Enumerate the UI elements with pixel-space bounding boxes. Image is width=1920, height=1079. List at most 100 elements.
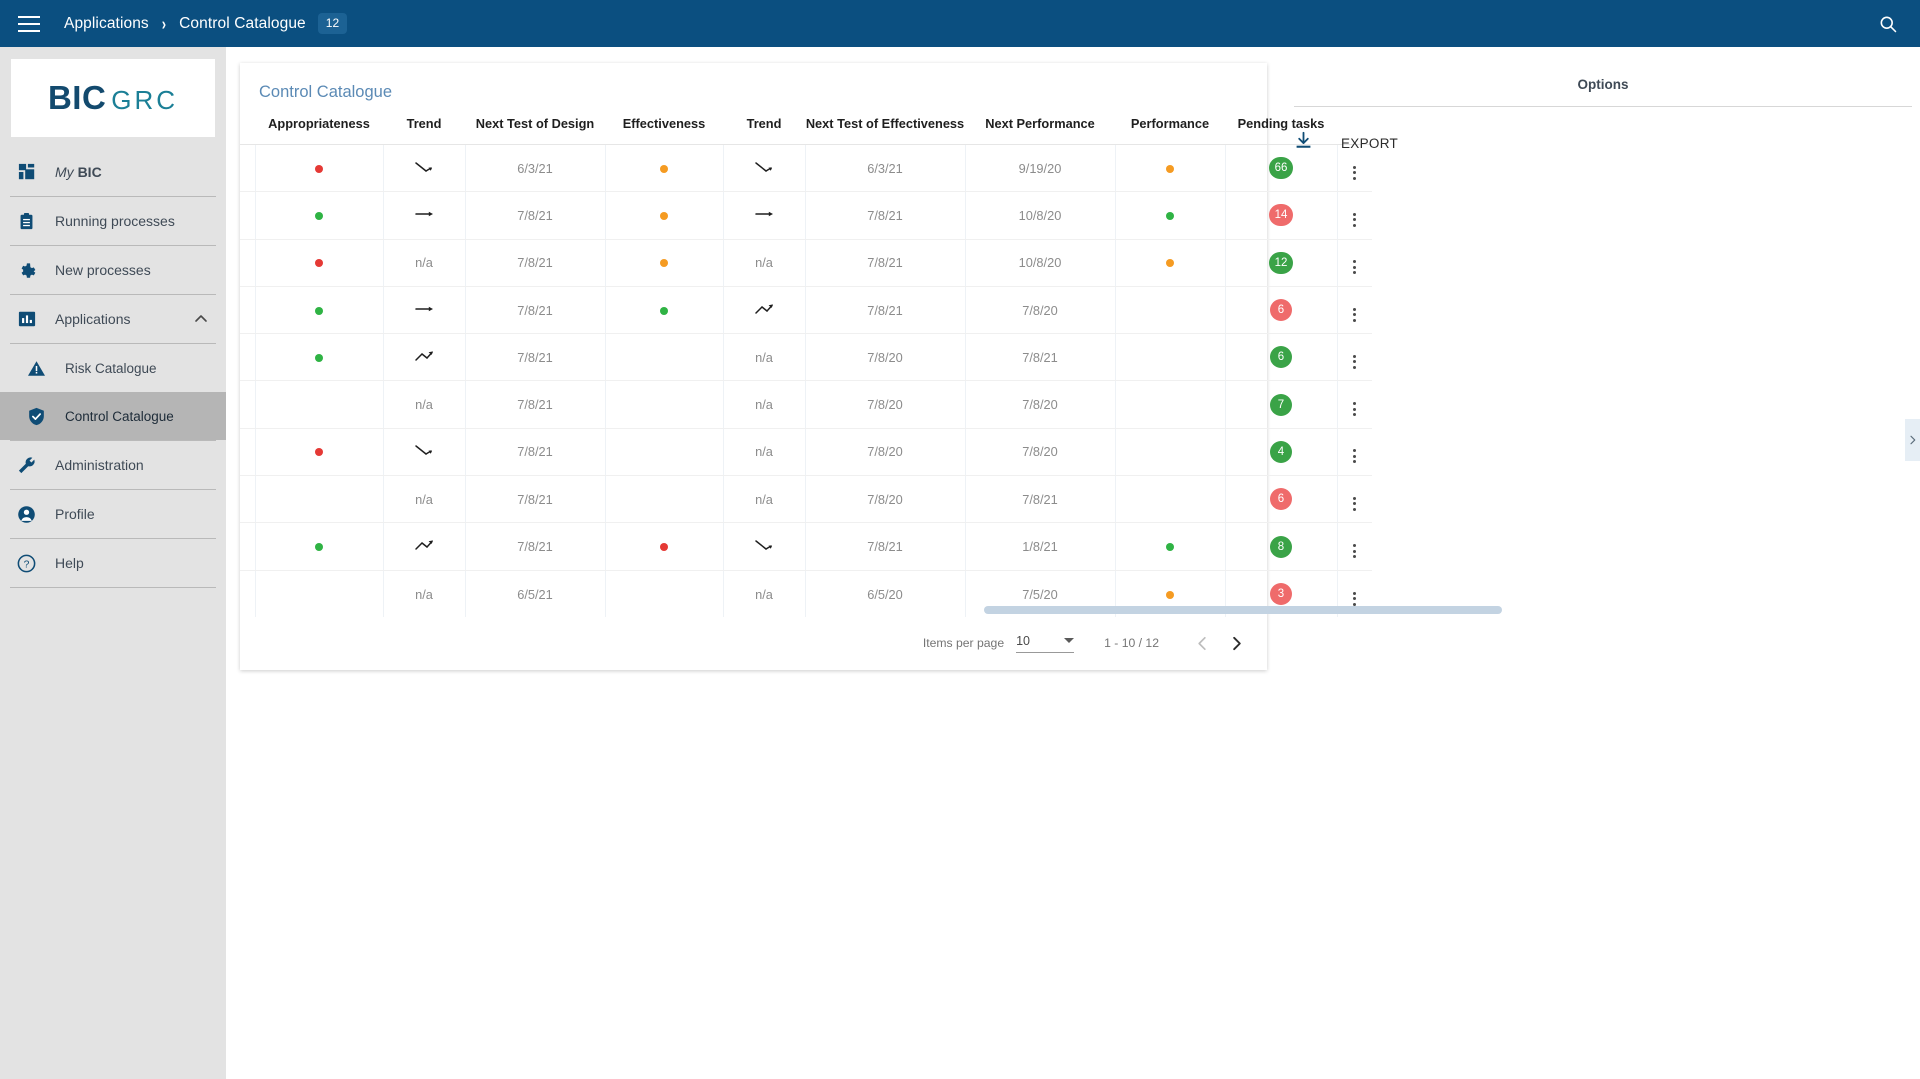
cell-next-test-of-effectiveness: 6/3/21 bbox=[805, 144, 966, 193]
cell-row-actions[interactable] bbox=[1337, 522, 1372, 571]
cell-next-test-of-design: 7/8/21 bbox=[465, 522, 606, 571]
row-menu-icon[interactable] bbox=[1353, 212, 1357, 227]
cell-row-actions[interactable] bbox=[1337, 380, 1372, 429]
table-row[interactable]: 7/8/21 7/8/21 10/8/20 14 bbox=[240, 191, 1372, 240]
cell-effectiveness bbox=[605, 239, 724, 287]
row-menu-icon[interactable] bbox=[1353, 402, 1357, 417]
horizontal-scrollbar-track[interactable] bbox=[484, 606, 1502, 614]
cell-next-performance: 7/8/20 bbox=[965, 428, 1116, 477]
shield-check-icon bbox=[26, 406, 47, 427]
cell-row-actions[interactable] bbox=[1337, 239, 1372, 287]
sidebar-item-new-processes[interactable]: New processes bbox=[0, 246, 226, 294]
export-button[interactable]: EXPORT bbox=[1286, 131, 1920, 155]
row-menu-icon[interactable] bbox=[1353, 544, 1357, 559]
cell-next-test-of-effectiveness: 7/8/20 bbox=[805, 380, 966, 429]
cell-row-actions[interactable] bbox=[1337, 475, 1372, 524]
trend-arrow-icon bbox=[415, 351, 433, 361]
cell-next-test-of-design: 7/8/21 bbox=[465, 475, 606, 524]
row-spacer bbox=[240, 428, 256, 477]
cell-next-test-of-design: 7/8/21 bbox=[465, 333, 606, 382]
control-catalogue-card: Control Catalogue Appropriateness Trend … bbox=[240, 63, 1502, 670]
sidebar-item-help[interactable]: ? Help bbox=[0, 539, 226, 587]
row-menu-icon[interactable] bbox=[1353, 354, 1357, 369]
items-per-page-select[interactable]: 10 bbox=[1016, 634, 1075, 653]
row-menu-icon[interactable] bbox=[1353, 307, 1357, 322]
items-per-page-label: Items per page bbox=[922, 636, 1005, 650]
breadcrumb-count-badge: 12 bbox=[317, 13, 348, 34]
trend-arrow-icon bbox=[415, 445, 432, 456]
sidebar-item-running-processes[interactable]: Running processes bbox=[0, 197, 226, 245]
table-row[interactable]: 7/8/21 n/a 7/8/20 7/8/21 6 bbox=[240, 333, 1372, 382]
next-page-button[interactable] bbox=[1219, 626, 1253, 660]
cell-next-performance: 7/8/21 bbox=[965, 475, 1116, 524]
chevron-up-icon[interactable] bbox=[194, 312, 208, 326]
sidebar-item-label: Administration bbox=[55, 457, 144, 473]
sidebar-item-my-bic[interactable]: My BIC bbox=[0, 148, 226, 196]
cell-next-performance: 1/8/21 bbox=[965, 522, 1116, 571]
status-dot bbox=[1166, 164, 1174, 173]
table-row[interactable]: 6/3/21 6/3/21 9/19/20 66 bbox=[240, 144, 1372, 193]
trend-arrow-icon bbox=[415, 161, 432, 172]
status-dot bbox=[1166, 211, 1174, 220]
chart-icon bbox=[16, 309, 37, 330]
pending-tasks-badge: 3 bbox=[1270, 583, 1292, 606]
sidebar-item-applications[interactable]: Applications bbox=[0, 295, 226, 343]
cell-row-actions[interactable] bbox=[1337, 191, 1372, 240]
trend-arrow-icon bbox=[415, 211, 433, 217]
cell-next-test-of-design: 7/8/21 bbox=[465, 380, 606, 429]
trend-na-label: n/a bbox=[755, 586, 773, 602]
row-menu-icon[interactable] bbox=[1353, 260, 1357, 275]
cell-next-test-of-design: 7/8/21 bbox=[465, 191, 606, 240]
table-row[interactable]: n/a 7/8/21 n/a 7/8/21 10/8/20 12 bbox=[240, 239, 1372, 287]
cell-row-actions[interactable] bbox=[1337, 333, 1372, 382]
header-trend-design[interactable]: Trend bbox=[383, 102, 465, 145]
breadcrumb-control-catalogue[interactable]: Control Catalogue bbox=[179, 15, 306, 33]
row-menu-icon[interactable] bbox=[1353, 496, 1357, 511]
cell-pending-tasks: 8 bbox=[1225, 522, 1338, 571]
row-menu-icon[interactable] bbox=[1353, 591, 1357, 606]
pending-tasks-badge: 4 bbox=[1270, 440, 1292, 463]
cell-row-actions[interactable] bbox=[1337, 428, 1372, 477]
horizontal-scrollbar-thumb[interactable] bbox=[984, 606, 1502, 614]
table-row[interactable]: 7/8/21 7/8/21 7/8/20 6 bbox=[240, 286, 1372, 335]
cell-trend-effectiveness: n/a bbox=[723, 239, 806, 287]
table-row[interactable]: 7/8/21 7/8/21 1/8/21 8 bbox=[240, 522, 1372, 571]
status-dot bbox=[1166, 259, 1174, 268]
previous-page-button[interactable] bbox=[1185, 626, 1219, 660]
header-effectiveness[interactable]: Effectiveness bbox=[605, 102, 723, 145]
cell-next-test-of-effectiveness: 7/8/21 bbox=[805, 522, 966, 571]
sidebar-item-control-catalogue[interactable]: Control Catalogue bbox=[0, 392, 226, 440]
header-next-performance[interactable]: Next Performance bbox=[965, 102, 1115, 145]
header-appropriateness[interactable]: Appropriateness bbox=[255, 102, 383, 145]
pending-tasks-badge: 14 bbox=[1268, 204, 1294, 227]
paginator: Items per page 10 1 - 10 / 12 bbox=[923, 626, 1253, 660]
sidebar-item-profile[interactable]: Profile bbox=[0, 490, 226, 538]
cell-row-actions[interactable] bbox=[1337, 286, 1372, 335]
pending-tasks-badge: 7 bbox=[1270, 393, 1292, 416]
cell-performance bbox=[1115, 522, 1226, 571]
header-performance[interactable]: Performance bbox=[1115, 102, 1225, 145]
hamburger-icon[interactable] bbox=[18, 15, 40, 32]
trend-na-label: n/a bbox=[755, 255, 773, 271]
sidebar-item-risk-catalogue[interactable]: Risk Catalogue bbox=[0, 344, 226, 392]
breadcrumb-applications[interactable]: Applications bbox=[64, 15, 149, 33]
sidebar-item-administration[interactable]: Administration bbox=[0, 441, 226, 489]
table-row[interactable]: n/a 7/8/21 n/a 7/8/20 7/8/21 6 bbox=[240, 475, 1372, 524]
trend-na-label: n/a bbox=[755, 397, 773, 413]
header-trend-effectiveness[interactable]: Trend bbox=[723, 102, 805, 145]
breadcrumb-separator-icon: › bbox=[161, 13, 167, 34]
gear-icon bbox=[16, 260, 37, 281]
search-icon[interactable] bbox=[1878, 14, 1898, 34]
header-next-test-of-effectiveness[interactable]: Next Test of Effectiveness bbox=[805, 102, 965, 145]
cell-trend-effectiveness bbox=[723, 144, 806, 193]
cell-performance bbox=[1115, 475, 1226, 524]
control-catalogue-table: Appropriateness Trend Next Test of Desig… bbox=[240, 102, 1372, 618]
trend-na-label: n/a bbox=[415, 586, 433, 602]
table-row[interactable]: 7/8/21 n/a 7/8/20 7/8/20 4 bbox=[240, 428, 1372, 477]
header-next-test-of-design[interactable]: Next Test of Design bbox=[465, 102, 605, 145]
logo-grc-text: GRC bbox=[111, 85, 179, 115]
right-drawer-toggle[interactable] bbox=[1905, 419, 1920, 461]
table-row[interactable]: n/a 7/8/21 n/a 7/8/20 7/8/20 7 bbox=[240, 380, 1372, 429]
cell-trend-design bbox=[383, 333, 466, 382]
row-menu-icon[interactable] bbox=[1353, 449, 1357, 464]
